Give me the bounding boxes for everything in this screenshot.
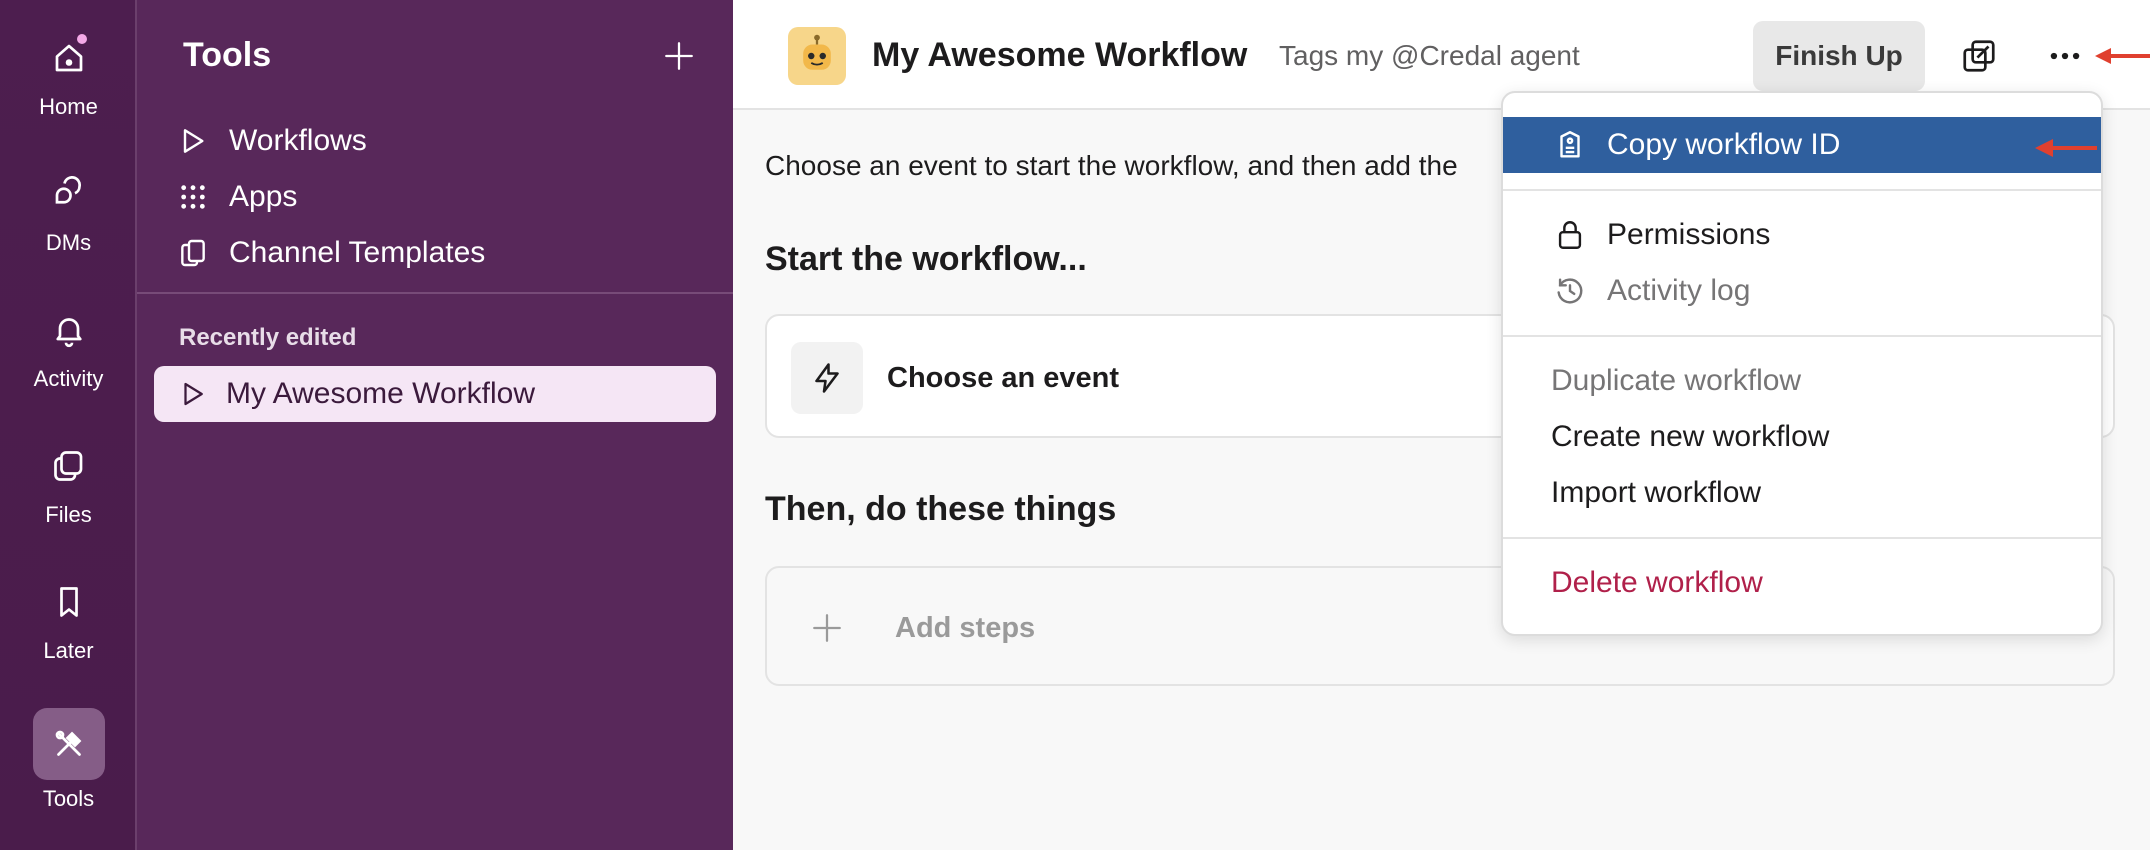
menu-item-label: Delete workflow — [1551, 566, 1763, 599]
start-heading: Start the workflow... — [765, 240, 1087, 278]
open-in-window-button[interactable] — [1955, 32, 2003, 80]
rail-tools[interactable]: Tools — [0, 708, 137, 828]
rail-files[interactable]: Files — [0, 436, 137, 556]
menu-divider — [1503, 537, 2101, 539]
annotation-arrow-icon — [2095, 48, 2150, 64]
choose-event-label: Choose an event — [887, 362, 1120, 394]
bookmark-icon — [39, 572, 99, 632]
play-icon — [184, 382, 203, 406]
section-heading: Recently edited — [179, 324, 357, 351]
tools-icon — [32, 708, 105, 780]
finish-up-button[interactable]: Finish Up — [1753, 21, 1925, 91]
files-icon — [39, 436, 99, 496]
menu-item-label: Copy workflow ID — [1607, 128, 1841, 161]
menu-item-label: Permissions — [1607, 218, 1771, 251]
divider — [137, 292, 733, 294]
bell-icon — [39, 300, 99, 360]
menu-item-label: Duplicate workflow — [1551, 364, 1802, 397]
chat-bubbles-icon — [39, 164, 99, 224]
sidebar-item-channel-templates[interactable]: Channel Templates — [177, 225, 707, 281]
sidebar-item-label: Workflows — [229, 124, 367, 157]
sidebar-item-label: Apps — [229, 180, 298, 213]
rail-home[interactable]: Home — [0, 28, 137, 148]
menu-item-label: Import workflow — [1551, 476, 1762, 509]
menu-item-delete-workflow[interactable]: Delete workflow — [1503, 555, 2101, 611]
intro-text: Choose an event to start the workflow, a… — [765, 150, 1458, 181]
menu-item-duplicate-workflow[interactable]: Duplicate workflow — [1503, 353, 2101, 409]
lock-icon — [1558, 221, 1582, 249]
rail-label: Home — [39, 94, 98, 119]
rail-later[interactable]: Later — [0, 572, 137, 692]
rail-label: Tools — [42, 786, 95, 811]
workflow-title: My Awesome Workflow — [872, 36, 1248, 74]
sidebar-nav: Workflows Apps Channel Templates — [177, 113, 707, 281]
rail-label: DMs — [45, 230, 92, 255]
recent-workflow-label: My Awesome Workflow — [226, 377, 535, 410]
more-horizontal-icon — [2050, 52, 2080, 60]
then-heading: Then, do these things — [765, 490, 1117, 528]
sidebar-item-workflows[interactable]: Workflows — [177, 113, 707, 169]
popout-icon — [1963, 40, 1995, 72]
rail-label: Files — [45, 502, 92, 527]
sidebar-item-label: Channel Templates — [229, 236, 486, 269]
menu-divider — [1503, 335, 2101, 337]
sidebar-item-apps[interactable]: Apps — [177, 169, 707, 225]
menu-item-label: Create new workflow — [1551, 420, 1830, 453]
add-steps-label: Add steps — [895, 612, 1036, 644]
home-icon — [39, 28, 99, 88]
grid-dots-icon — [181, 185, 205, 209]
recent-workflow-item[interactable]: My Awesome Workflow — [154, 366, 716, 422]
plus-icon — [665, 42, 693, 70]
rail-activity[interactable]: Activity — [0, 300, 137, 420]
robot-avatar-icon — [788, 27, 846, 85]
more-actions-button[interactable] — [2041, 32, 2089, 80]
tools-sidebar: Tools Workflows Apps Channel Templates R… — [137, 0, 733, 850]
notification-dot — [76, 34, 87, 44]
copy-icon — [181, 239, 205, 267]
menu-item-label: Activity log — [1607, 274, 1751, 307]
lightning-icon — [791, 342, 863, 414]
menu-item-permissions[interactable]: Permissions — [1503, 207, 2101, 263]
menu-item-import-workflow[interactable]: Import workflow — [1503, 465, 2101, 521]
play-icon — [183, 129, 204, 153]
menu-divider — [1503, 189, 2101, 191]
menu-item-activity-log[interactable]: Activity log — [1503, 263, 2101, 319]
annotation-arrow-icon — [2035, 139, 2097, 157]
rail-label: Activity — [33, 366, 104, 391]
rail-label: Later — [43, 638, 94, 663]
rail-dms[interactable]: DMs — [0, 164, 137, 284]
menu-item-create-new-workflow[interactable]: Create new workflow — [1503, 409, 2101, 465]
history-icon — [1557, 278, 1583, 304]
workflow-actions-menu: Copy workflow ID Permissions Activity lo… — [1501, 91, 2103, 636]
sidebar-title: Tools — [183, 36, 272, 74]
menu-item-copy-workflow-id[interactable]: Copy workflow ID — [1503, 117, 2101, 173]
workflow-description: Tags my @Credal agent — [1279, 40, 1580, 71]
add-button[interactable] — [659, 36, 699, 76]
id-badge-icon — [1560, 131, 1580, 158]
plus-icon — [807, 608, 847, 648]
left-rail: Home DMs Activity Files Later Tools — [0, 0, 137, 850]
